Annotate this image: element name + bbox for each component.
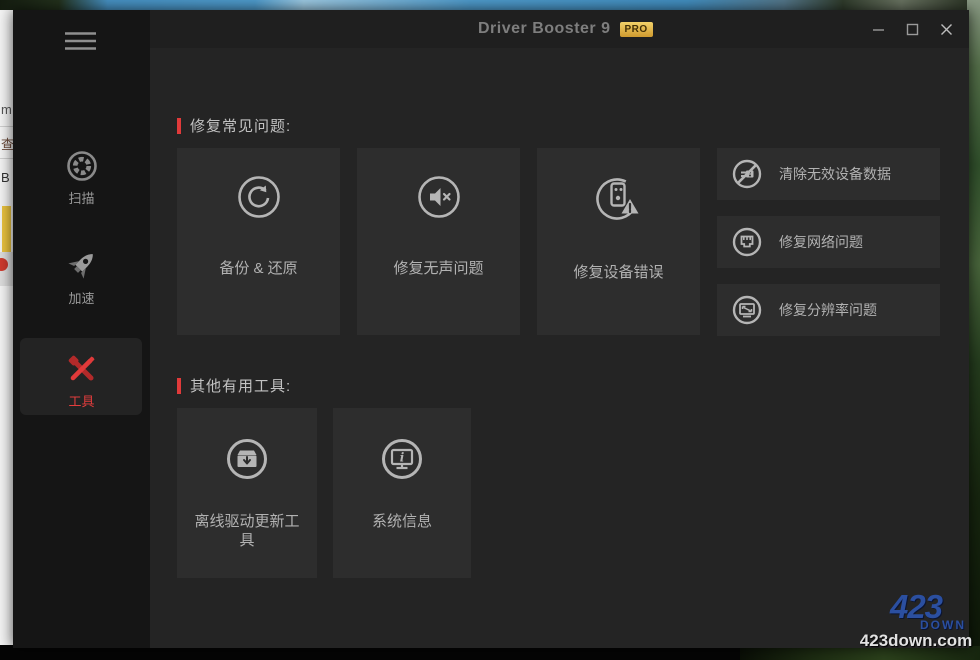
- button-label: 清除无效设备数据: [779, 164, 891, 184]
- button-label: 修复网络问题: [779, 232, 863, 252]
- sidebar-item-scan[interactable]: 扫描: [13, 150, 150, 207]
- close-icon: [940, 23, 953, 36]
- section-title: 修复常见问题:: [190, 115, 291, 136]
- restore-icon: [237, 175, 281, 219]
- card-label: 修复设备错误: [573, 263, 663, 282]
- scan-icon: [66, 150, 98, 182]
- bg-text-fragment: 查: [1, 134, 13, 153]
- sidebar-item-boost[interactable]: 加速: [13, 248, 150, 307]
- device-error-icon: [595, 175, 643, 223]
- hamburger-icon: [65, 31, 96, 51]
- section-header-other-tools: 其他有用工具:: [177, 375, 291, 396]
- button-fix-network-problems[interactable]: 修复网络问题: [717, 216, 940, 268]
- app-window: Driver Booster 9 PRO: [13, 10, 969, 648]
- bg-divider: [0, 158, 13, 159]
- offline-update-icon: [226, 438, 268, 480]
- no-device-icon: [732, 159, 762, 189]
- card-label: 系统信息: [372, 512, 432, 531]
- minimize-icon: [872, 23, 885, 36]
- card-fix-device-error[interactable]: 修复设备错误: [537, 148, 700, 335]
- bg-text-fragment: m: [1, 102, 12, 117]
- bg-divider: [0, 126, 13, 127]
- bg-yellow-bar: [2, 206, 11, 252]
- card-label: 修复无声问题: [393, 259, 483, 278]
- card-backup-restore[interactable]: 备份 & 还原: [177, 148, 340, 335]
- watermark-site-text: 423down.com: [856, 632, 976, 649]
- titlebar: Driver Booster 9 PRO: [150, 10, 969, 48]
- system-info-icon: i: [381, 438, 423, 480]
- sidebar-item-tools[interactable]: 工具: [13, 353, 150, 410]
- section-accent-bar: [177, 118, 181, 134]
- card-offline-driver-update[interactable]: 离线驱动更新工具: [177, 408, 317, 578]
- rocket-icon: [65, 248, 99, 282]
- card-system-information[interactable]: i 系统信息: [333, 408, 471, 578]
- maximize-icon: [906, 23, 919, 36]
- section-title: 其他有用工具:: [190, 375, 291, 396]
- maximize-button[interactable]: [904, 21, 921, 38]
- sidebar-item-label: 加速: [68, 288, 94, 307]
- menu-button[interactable]: [65, 31, 96, 51]
- tools-icon: [66, 353, 98, 385]
- section-accent-bar: [177, 378, 181, 394]
- sidebar-item-label: 扫描: [68, 188, 94, 207]
- button-fix-resolution-problems[interactable]: 修复分辨率问题: [717, 284, 940, 336]
- button-label: 修复分辨率问题: [779, 300, 877, 320]
- card-label: 离线驱动更新工具: [190, 512, 304, 550]
- mute-icon: [417, 175, 461, 219]
- section-header-common-problems: 修复常见问题:: [177, 115, 291, 136]
- window-controls: [870, 20, 955, 38]
- app-title: Driver Booster 9: [478, 20, 611, 38]
- watermark: 423 DOWN 423down.com: [856, 590, 976, 649]
- sidebar: 扫描 加速 工具: [13, 10, 150, 648]
- minimize-button[interactable]: [870, 21, 887, 38]
- background-window-sliver: m 查 B: [0, 10, 13, 645]
- app-title-group: Driver Booster 9 PRO: [478, 20, 653, 38]
- button-clean-invalid-device-data[interactable]: 清除无效设备数据: [717, 148, 940, 200]
- pro-badge: PRO: [620, 22, 653, 37]
- close-button[interactable]: [938, 21, 955, 38]
- bg-text-fragment: B: [1, 170, 10, 185]
- svg-text:i: i: [400, 451, 405, 465]
- network-icon: [732, 227, 762, 257]
- resolution-icon: [732, 295, 762, 325]
- sidebar-item-label: 工具: [68, 391, 94, 410]
- card-fix-no-sound[interactable]: 修复无声问题: [357, 148, 520, 335]
- card-label: 备份 & 还原: [219, 259, 297, 278]
